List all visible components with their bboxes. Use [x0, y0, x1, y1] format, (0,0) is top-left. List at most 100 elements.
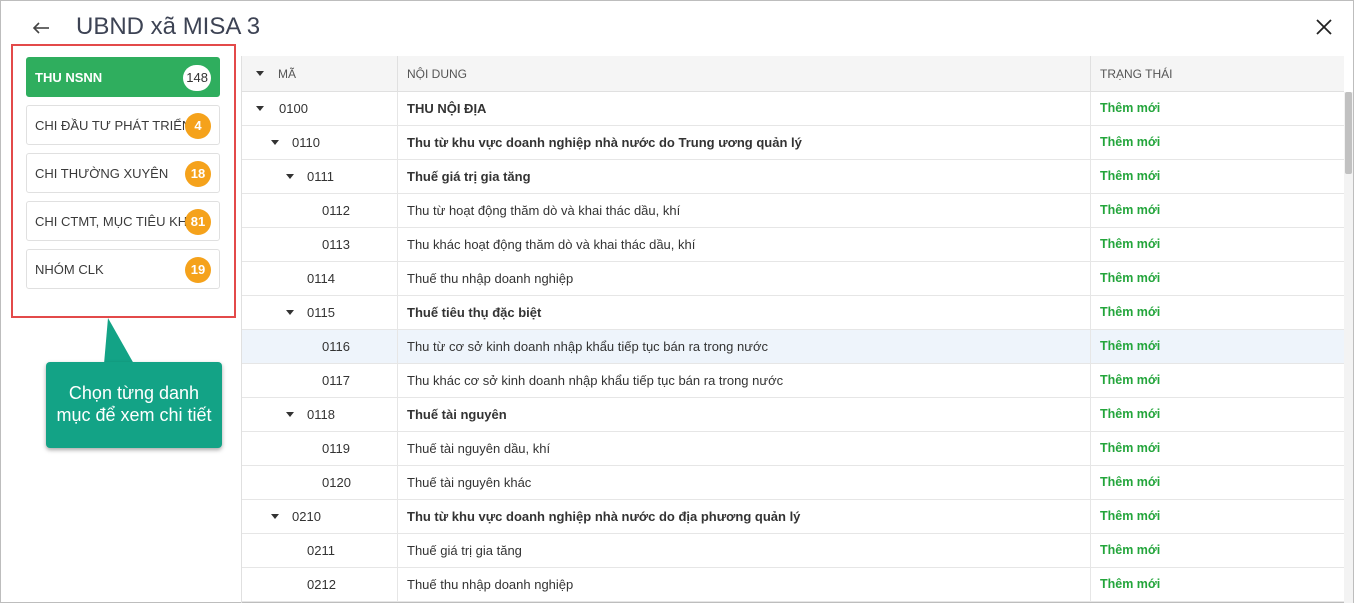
category-label: CHI CTMT, MỤC TIÊU KHÁC [35, 214, 206, 229]
cell-content: Thu khác cơ sở kinh doanh nhập khẩu tiếp… [398, 364, 1091, 397]
cell-content: THU NỘI ĐỊA [398, 92, 1091, 125]
status-badge: Thêm mới [1091, 500, 1344, 533]
table-row[interactable]: 0211 Thuế giá trị gia tăng Thêm mới [242, 534, 1344, 568]
row-code: 0212 [307, 577, 336, 592]
caret-down-icon[interactable] [271, 514, 279, 519]
caret-down-icon[interactable] [256, 71, 264, 76]
status-badge: Thêm mới [1091, 364, 1344, 397]
status-badge: Thêm mới [1091, 466, 1344, 499]
caret-down-icon[interactable] [286, 174, 294, 179]
cell-code: 0113 [242, 228, 398, 261]
status-badge: Thêm mới [1091, 126, 1344, 159]
status-badge: Thêm mới [1091, 262, 1344, 295]
row-code: 0116 [322, 339, 350, 354]
row-code: 0113 [322, 237, 350, 252]
table-row[interactable]: 0119 Thuế tài nguyên dầu, khí Thêm mới [242, 432, 1344, 466]
table-row[interactable]: 0120 Thuế tài nguyên khác Thêm mới [242, 466, 1344, 500]
table-row[interactable]: 0118 Thuế tài nguyên Thêm mới [242, 398, 1344, 432]
cell-content: Thuế tài nguyên dầu, khí [398, 432, 1091, 465]
cell-code: 0111 [242, 160, 398, 193]
table-row[interactable]: 0112 Thu từ hoạt động thăm dò và khai thá… [242, 194, 1344, 228]
cell-code: 0116 [242, 330, 398, 363]
caret-down-icon[interactable] [271, 140, 279, 145]
status-badge: Thêm mới [1091, 398, 1344, 431]
cell-code: 0210 [242, 500, 398, 533]
cell-content: Thuế tiêu thụ đặc biệt [398, 296, 1091, 329]
category-label: CHI ĐẦU TƯ PHÁT TRIỂN [35, 118, 192, 133]
column-header-content: NỘI DUNG [398, 56, 1091, 92]
cell-content: Thu từ khu vực doanh nghiệp nhà nước do … [398, 500, 1091, 533]
status-badge: Thêm mới [1091, 194, 1344, 227]
cell-content: Thu từ cơ sở kinh doanh nhập khẩu tiếp t… [398, 330, 1091, 363]
row-code: 0117 [322, 373, 350, 388]
table-row[interactable]: 0115 Thuế tiêu thụ đặc biệt Thêm mới [242, 296, 1344, 330]
category-count-badge: 81 [185, 209, 211, 235]
status-badge: Thêm mới [1091, 228, 1344, 261]
row-code: 0210 [292, 509, 321, 524]
cell-content: Thuế giá trị gia tăng [398, 160, 1091, 193]
cell-code: 0211 [242, 534, 398, 567]
row-code: 0111 [307, 169, 334, 184]
callout-line-1: Chọn từng danh [68, 383, 200, 403]
cell-code: 0119 [242, 432, 398, 465]
category-item-chi-dau-tu-phat-trien[interactable]: CHI ĐẦU TƯ PHÁT TRIỂN 4 [26, 105, 220, 145]
category-item-chi-ctmt[interactable]: CHI CTMT, MỤC TIÊU KHÁC 81 [26, 201, 220, 241]
row-code: 0114 [307, 271, 335, 286]
cell-code: 0115 [242, 296, 398, 329]
category-item-nhom-clk[interactable]: NHÓM CLK 19 [26, 249, 220, 289]
status-badge: Thêm mới [1091, 568, 1344, 601]
table-row[interactable]: 0114 Thuế thu nhập doanh nghiệp Thêm mới [242, 262, 1344, 296]
table-header: MÃ NỘI DUNG TRẠNG THÁI [242, 56, 1344, 92]
category-count-badge: 19 [185, 257, 211, 283]
column-header-label: NỘI DUNG [407, 67, 467, 81]
back-button[interactable] [28, 14, 56, 42]
cell-content: Thuế giá trị gia tăng [398, 534, 1091, 567]
table-row[interactable]: 0117 Thu khác cơ sở kinh doanh nhập khẩu … [242, 364, 1344, 398]
category-label: NHÓM CLK [35, 262, 104, 277]
page-title: UBND xã MISA 3 [76, 13, 261, 40]
row-code: 0119 [322, 441, 350, 456]
table-row[interactable]: 0212 Thuế thu nhập doanh nghiệp Thêm mới [242, 568, 1344, 602]
status-badge: Thêm mới [1091, 432, 1344, 465]
row-code: 0118 [307, 407, 335, 422]
table-row[interactable]: 0116 Thu từ cơ sở kinh doanh nhập khẩu ti… [242, 330, 1344, 364]
hint-callout: Chọn từng danh mục để xem chi tiết [46, 362, 222, 448]
table-row[interactable]: 0113 Thu khác hoạt động thăm dò và khai t… [242, 228, 1344, 262]
detail-tree-table: MÃ NỘI DUNG TRẠNG THÁI 0100 THU NỘI ĐỊA Th… [241, 56, 1344, 603]
caret-down-icon[interactable] [286, 412, 294, 417]
row-code: 0120 [322, 475, 351, 490]
caret-down-icon[interactable] [256, 106, 264, 111]
category-count-badge: 4 [185, 113, 211, 139]
cell-content: Thu từ khu vực doanh nghiệp nhà nước do … [398, 126, 1091, 159]
cell-content: Thuế tài nguyên khác [398, 466, 1091, 499]
table-row[interactable]: 0111 Thuế giá trị gia tăng Thêm mới [242, 160, 1344, 194]
table-row[interactable]: 0210 Thu từ khu vực doanh nghiệp nhà nước… [242, 500, 1344, 534]
column-header-label: TRẠNG THÁI [1100, 67, 1173, 81]
table-row[interactable]: 0100 THU NỘI ĐỊA Thêm mới [242, 92, 1344, 126]
cell-content: Thuế thu nhập doanh nghiệp [398, 568, 1091, 601]
arrow-left-icon [32, 22, 49, 34]
row-code: 0100 [279, 101, 308, 116]
status-badge: Thêm mới [1091, 296, 1344, 329]
row-code: 0115 [307, 305, 335, 320]
category-count-badge: 148 [183, 65, 211, 91]
caret-down-icon[interactable] [286, 310, 294, 315]
category-sidebar: THU NSNN 148 CHI ĐẦU TƯ PHÁT TRIỂN 4 CHI… [11, 44, 236, 318]
close-icon [1316, 19, 1332, 35]
status-badge: Thêm mới [1091, 534, 1344, 567]
category-label: THU NSNN [35, 70, 103, 85]
status-badge: Thêm mới [1091, 160, 1344, 193]
category-item-thu-nsnn[interactable]: THU NSNN 148 [26, 57, 220, 97]
category-label: CHI THƯỜNG XUYÊN [35, 166, 169, 181]
column-header-code[interactable]: MÃ [242, 56, 398, 92]
scrollbar-thumb[interactable] [1345, 92, 1352, 174]
close-button[interactable] [1310, 13, 1338, 41]
category-item-chi-thuong-xuyen[interactable]: CHI THƯỜNG XUYÊN 18 [26, 153, 220, 193]
row-code: 0112 [322, 203, 350, 218]
cell-content: Thu từ hoạt động thăm dò và khai thác dầ… [398, 194, 1091, 227]
cell-code: 0112 [242, 194, 398, 227]
cell-code: 0120 [242, 466, 398, 499]
column-header-status: TRẠNG THÁI [1091, 56, 1344, 92]
table-row[interactable]: 0110 Thu từ khu vực doanh nghiệp nhà nước… [242, 126, 1344, 160]
cell-code: 0118 [242, 398, 398, 431]
